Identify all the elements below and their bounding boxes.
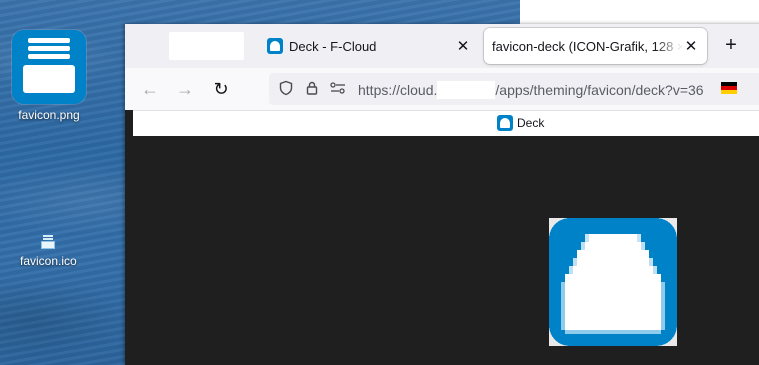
bookmark-deck[interactable]: Deck (497, 115, 544, 131)
pinned-tab-redacted[interactable] (169, 32, 244, 60)
url-suffix: /apps/theming/favicon/deck?v=36 (495, 82, 704, 98)
url-text[interactable]: https://cloud. /apps/theming/favicon/deck… (358, 81, 704, 99)
bookmark-label: Deck (517, 116, 545, 130)
desktop-icon-label: favicon.ico (20, 254, 77, 268)
shield-icon[interactable] (277, 80, 295, 98)
close-tab-icon[interactable]: ✕ (683, 37, 699, 55)
reload-icon[interactable]: ↻ (210, 78, 232, 100)
deck-favicon-icon (497, 115, 513, 131)
url-bar[interactable]: https://cloud. /apps/theming/favicon/deck… (269, 73, 759, 105)
tab-favicon-deck[interactable]: favicon-deck (ICON-Grafik, 128 × 128 Pix… (484, 28, 707, 64)
permissions-icon[interactable] (329, 80, 347, 98)
deck-favicon-icon (267, 38, 283, 54)
tab-deck[interactable]: Deck - F-Cloud ✕ (259, 28, 479, 64)
tab-title: Deck - F-Cloud (289, 38, 377, 54)
deck-favicon-image[interactable] (549, 218, 677, 346)
url-redacted-host (437, 81, 496, 99)
url-prefix: https://cloud. (358, 82, 438, 98)
desktop-window-edge (520, 0, 759, 24)
favicon-ico-file-icon (41, 234, 56, 250)
navigation-bar: ← → ↻ https://cloud. /apps/theming/favico… (125, 68, 759, 110)
bookmarks-toolbar: Deck (133, 110, 759, 137)
desktop-icon-favicon-png[interactable]: favicon.png (12, 30, 86, 122)
back-arrow-icon[interactable]: ← (139, 78, 161, 100)
forward-arrow-icon[interactable]: → (174, 78, 196, 100)
lock-icon[interactable] (303, 80, 321, 98)
german-flag-icon[interactable] (721, 82, 737, 94)
favicon-png-file-icon (12, 30, 86, 104)
plus-icon[interactable]: + (719, 34, 743, 57)
desktop-icon-favicon-ico[interactable]: favicon.ico (20, 234, 77, 268)
browser-window: Deck - F-Cloud ✕ favicon-deck (ICON-Graf… (125, 24, 759, 365)
page-content (125, 136, 759, 365)
desktop-icon-label: favicon.png (18, 108, 80, 122)
tab-bar: Deck - F-Cloud ✕ favicon-deck (ICON-Graf… (125, 24, 759, 68)
close-tab-icon[interactable]: ✕ (455, 37, 471, 55)
tab-title: favicon-deck (ICON-Grafik, 128 × 128 Pix… (492, 38, 683, 54)
